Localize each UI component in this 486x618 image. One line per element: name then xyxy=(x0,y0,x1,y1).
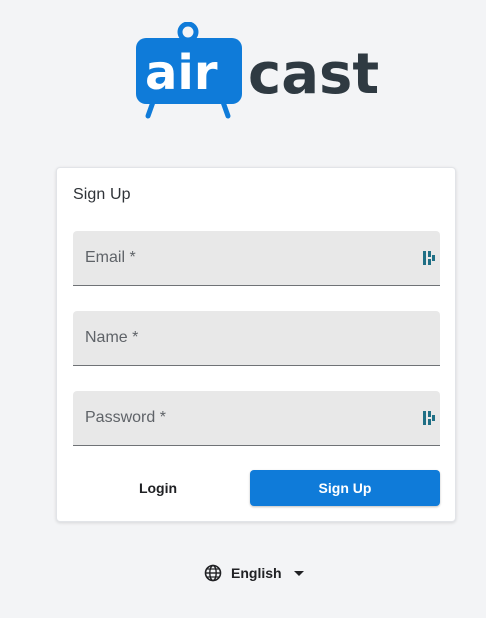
password-field-label: Password * xyxy=(85,409,166,426)
signup-card: Sign Up Email * Name * Password * Login … xyxy=(56,167,456,522)
caret-down-icon xyxy=(293,570,304,576)
password-manager-icon[interactable] xyxy=(423,410,435,426)
logo-text-air: air xyxy=(145,45,218,101)
email-field-label: Email * xyxy=(85,249,136,266)
name-field[interactable]: Name * xyxy=(73,311,440,366)
language-label: English xyxy=(231,565,282,581)
password-field[interactable]: Password * xyxy=(73,391,440,446)
email-field[interactable]: Email * xyxy=(73,231,440,286)
password-manager-icon[interactable] xyxy=(423,250,435,266)
card-title: Sign Up xyxy=(73,186,131,203)
logo-text-cast: cast xyxy=(248,42,379,107)
language-selector[interactable]: English xyxy=(204,562,304,584)
aircast-logo: air cast xyxy=(135,22,380,120)
name-field-label: Name * xyxy=(85,329,139,346)
globe-icon xyxy=(204,564,222,582)
login-button[interactable]: Login xyxy=(73,470,243,506)
signup-button[interactable]: Sign Up xyxy=(250,470,440,506)
